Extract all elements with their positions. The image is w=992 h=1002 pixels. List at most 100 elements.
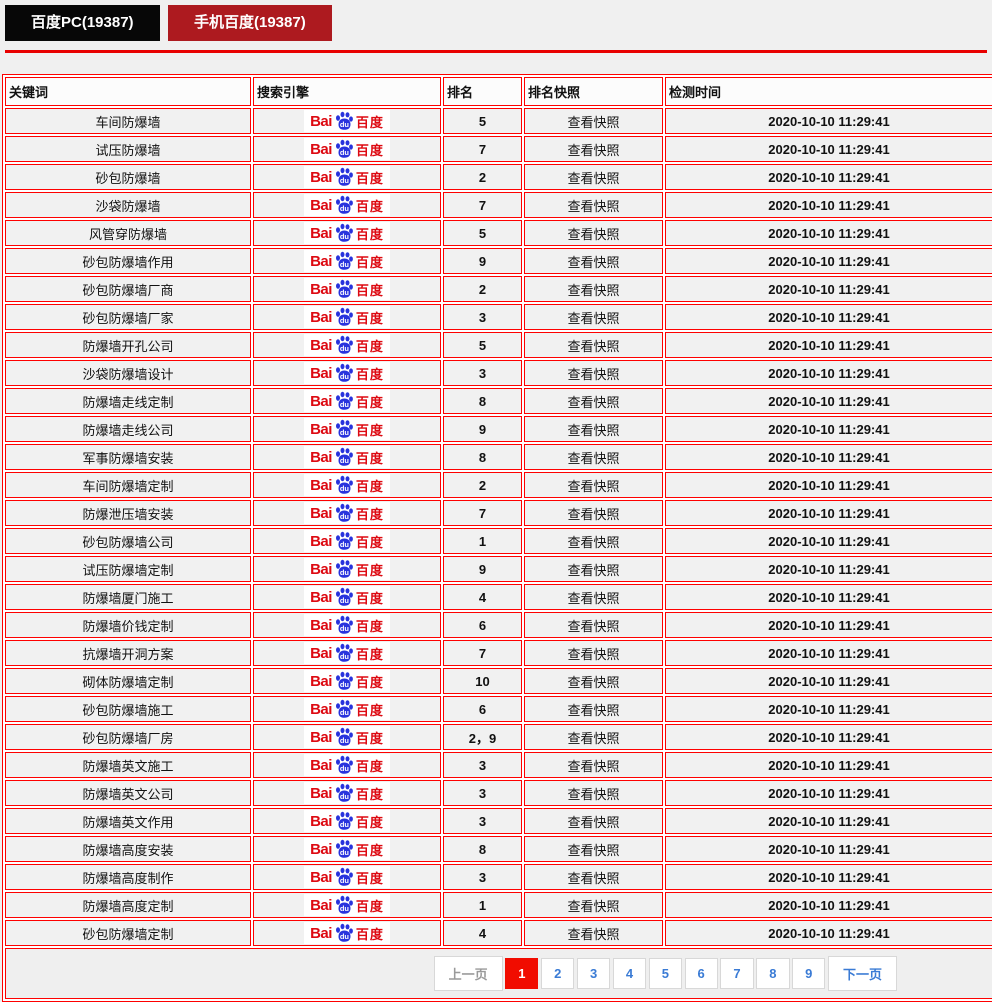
- snapshot-cell: 查看快照: [524, 220, 663, 246]
- view-snapshot-link[interactable]: 查看快照: [567, 199, 619, 214]
- engine-cell: Bai du 百度: [253, 752, 441, 778]
- time-cell: 2020-10-10 11:29:41: [665, 920, 992, 946]
- baidu-logo: Bai du 百度: [304, 110, 390, 132]
- baidu-logo-bai-text: Bai: [310, 393, 332, 410]
- rank-cell: 5: [443, 220, 522, 246]
- view-snapshot-link[interactable]: 查看快照: [567, 787, 619, 802]
- baidu-logo-bai-text: Bai: [310, 841, 332, 858]
- table-row: 试压防爆墙定制 Bai du 百度 9 查看快照: [5, 556, 992, 582]
- engine-cell: Bai du 百度: [253, 612, 441, 638]
- rank-cell: 2: [443, 276, 522, 302]
- snapshot-cell: 查看快照: [524, 836, 663, 862]
- page-number-button[interactable]: 7: [720, 958, 753, 989]
- view-snapshot-link[interactable]: 查看快照: [567, 759, 619, 774]
- svg-text:du: du: [340, 876, 350, 885]
- view-snapshot-link[interactable]: 查看快照: [567, 283, 619, 298]
- baidu-logo-cn-text: 百度: [356, 392, 384, 411]
- page-number-button[interactable]: 3: [577, 958, 610, 989]
- rank-cell: 9: [443, 556, 522, 582]
- baidu-logo-cn-text: 百度: [356, 448, 384, 467]
- baidu-paw-icon: du: [333, 138, 355, 160]
- view-snapshot-link[interactable]: 查看快照: [567, 843, 619, 858]
- baidu-paw-icon: du: [333, 334, 355, 356]
- view-snapshot-link[interactable]: 查看快照: [567, 591, 619, 606]
- svg-text:du: du: [340, 680, 350, 689]
- baidu-logo-bai-text: Bai: [310, 505, 332, 522]
- time-cell: 2020-10-10 11:29:41: [665, 416, 992, 442]
- engine-cell: Bai du 百度: [253, 696, 441, 722]
- baidu-logo-bai-text: Bai: [310, 645, 332, 662]
- page-number-button[interactable]: 9: [792, 958, 825, 989]
- view-snapshot-link[interactable]: 查看快照: [567, 423, 619, 438]
- view-snapshot-link[interactable]: 查看快照: [567, 647, 619, 662]
- rank-cell: 3: [443, 360, 522, 386]
- engine-cell: Bai du 百度: [253, 808, 441, 834]
- time-cell: 2020-10-10 11:29:41: [665, 668, 992, 694]
- view-snapshot-link[interactable]: 查看快照: [567, 479, 619, 494]
- baidu-logo-cn-text: 百度: [356, 644, 384, 663]
- page-number-button[interactable]: 8: [756, 958, 789, 989]
- time-cell: 2020-10-10 11:29:41: [665, 108, 992, 134]
- view-snapshot-link[interactable]: 查看快照: [567, 871, 619, 886]
- view-snapshot-link[interactable]: 查看快照: [567, 563, 619, 578]
- baidu-logo: Bai du 百度: [304, 754, 390, 776]
- baidu-logo-cn-text: 百度: [356, 280, 384, 299]
- view-snapshot-link[interactable]: 查看快照: [567, 311, 619, 326]
- page-number-button[interactable]: 4: [613, 958, 646, 989]
- baidu-paw-icon: du: [333, 250, 355, 272]
- table-row: 防爆墙高度定制 Bai du 百度 1 查看快照: [5, 892, 992, 918]
- view-snapshot-link[interactable]: 查看快照: [567, 451, 619, 466]
- baidu-logo-bai-text: Bai: [310, 561, 332, 578]
- page-number-button[interactable]: 2: [541, 958, 574, 989]
- engine-cell: Bai du 百度: [253, 724, 441, 750]
- table-row: 车间防爆墙 Bai du 百度 5 查看快照: [5, 108, 992, 134]
- svg-text:du: du: [340, 652, 350, 661]
- baidu-paw-icon: du: [333, 418, 355, 440]
- baidu-logo-bai-text: Bai: [310, 477, 332, 494]
- time-cell: 2020-10-10 11:29:41: [665, 444, 992, 470]
- view-snapshot-link[interactable]: 查看快照: [567, 227, 619, 242]
- baidu-paw-icon: du: [333, 110, 355, 132]
- baidu-logo: Bai du 百度: [304, 810, 390, 832]
- tab-baidu-mobile[interactable]: 手机百度(19387): [168, 5, 332, 41]
- view-snapshot-link[interactable]: 查看快照: [567, 171, 619, 186]
- prev-page-button[interactable]: 上一页: [434, 956, 503, 991]
- next-page-button[interactable]: 下一页: [828, 956, 897, 991]
- snapshot-cell: 查看快照: [524, 416, 663, 442]
- view-snapshot-link[interactable]: 查看快照: [567, 675, 619, 690]
- header-keyword: 关键词: [5, 77, 251, 106]
- snapshot-cell: 查看快照: [524, 864, 663, 890]
- page-number-button-active[interactable]: 1: [505, 958, 538, 989]
- tab-baidu-pc[interactable]: 百度PC(19387): [5, 5, 160, 41]
- baidu-logo: Bai du 百度: [304, 894, 390, 916]
- baidu-paw-icon: du: [333, 166, 355, 188]
- table-row: 风管穿防爆墙 Bai du 百度 5 查看快照: [5, 220, 992, 246]
- page-number-button[interactable]: 5: [649, 958, 682, 989]
- view-snapshot-link[interactable]: 查看快照: [567, 619, 619, 634]
- time-cell: 2020-10-10 11:29:41: [665, 808, 992, 834]
- baidu-logo-cn-text: 百度: [356, 728, 384, 747]
- baidu-paw-icon: du: [333, 586, 355, 608]
- view-snapshot-link[interactable]: 查看快照: [567, 927, 619, 942]
- view-snapshot-link[interactable]: 查看快照: [567, 143, 619, 158]
- view-snapshot-link[interactable]: 查看快照: [567, 507, 619, 522]
- baidu-paw-icon: du: [333, 530, 355, 552]
- svg-text:du: du: [340, 176, 350, 185]
- page-number-button[interactable]: 6: [685, 958, 718, 989]
- view-snapshot-link[interactable]: 查看快照: [567, 535, 619, 550]
- view-snapshot-link[interactable]: 查看快照: [567, 703, 619, 718]
- snapshot-cell: 查看快照: [524, 556, 663, 582]
- view-snapshot-link[interactable]: 查看快照: [567, 367, 619, 382]
- view-snapshot-link[interactable]: 查看快照: [567, 815, 619, 830]
- baidu-logo-cn-text: 百度: [356, 616, 384, 635]
- view-snapshot-link[interactable]: 查看快照: [567, 731, 619, 746]
- baidu-logo-cn-text: 百度: [356, 112, 384, 131]
- view-snapshot-link[interactable]: 查看快照: [567, 339, 619, 354]
- time-cell: 2020-10-10 11:29:41: [665, 388, 992, 414]
- engine-cell: Bai du 百度: [253, 556, 441, 582]
- view-snapshot-link[interactable]: 查看快照: [567, 115, 619, 130]
- view-snapshot-link[interactable]: 查看快照: [567, 395, 619, 410]
- view-snapshot-link[interactable]: 查看快照: [567, 255, 619, 270]
- keyword-cell: 防爆墙英文施工: [5, 752, 251, 778]
- view-snapshot-link[interactable]: 查看快照: [567, 899, 619, 914]
